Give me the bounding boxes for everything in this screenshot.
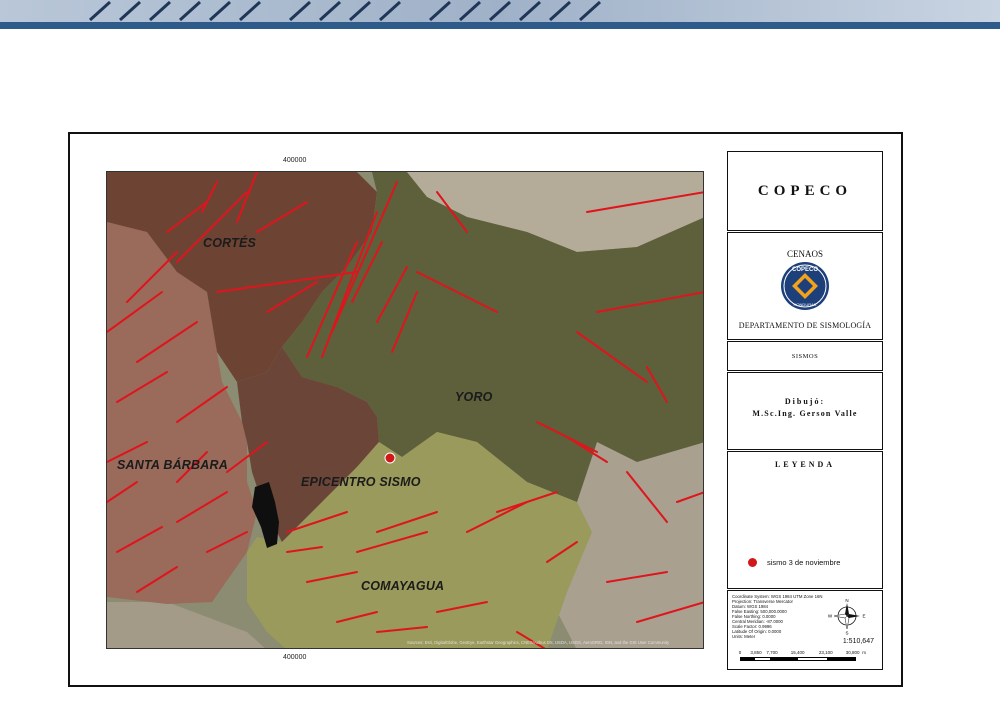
legend-item: sismo 3 de noviembre [748,558,840,567]
organization-title: COPECO [757,182,853,199]
scale-bar: 0 3,850 7,700 15,400 23,100 30,800 m [738,650,868,664]
label-yoro: YORO [455,390,493,404]
compass-e: E [862,614,865,619]
label-santa-barbara: SANTA BÁRBARA [117,458,228,472]
svg-text:HONDURAS: HONDURAS [794,302,817,307]
svg-text:COPECO: COPECO [792,267,818,273]
department-label: DEPARTAMENTO DE SISMOLOGÍA [738,321,872,330]
grid-label-bottom: 400000 [283,654,307,661]
panel-title: COPECO [727,151,883,231]
sismos-label: SISMOS [791,352,819,360]
epicenter-dot-icon [748,558,757,567]
scale-tick-label: 3,850 [750,650,762,655]
scale-tick-label: 0 [738,650,742,655]
panel-author: Dibujó: M.Sc.Ing. Gerson Valle [727,372,883,450]
label-comayagua: COMAYAGUA [361,579,445,593]
map-canvas[interactable]: CORTÉS YORO SANTA BÁRBARA EPICENTRO SISM… [106,171,704,649]
epicenter-marker[interactable] [384,452,396,464]
compass-w: W [828,614,833,619]
dibujo-label: Dibujó: [784,397,826,406]
scale-tick-label: 7,700 [766,650,778,655]
legend-title: LEYENDA [774,460,836,469]
grid-label-top: 400000 [283,157,307,164]
panel-sismos: SISMOS [727,341,883,371]
compass-n: N [845,598,848,603]
cenaos-label: CENAOS [786,249,823,259]
compass-s: S [845,631,848,636]
panel-map-info: Coordinate System: WGS 1984 UTM Zone 16N… [727,590,883,670]
metadata-line: Units: Meter [732,634,756,639]
coordinate-metadata: Coordinate System: WGS 1984 UTM Zone 16N… [732,594,832,639]
north-arrow-icon: N S W E [828,598,866,636]
map-attribution: Sources: Esri, DigitalGlobe, GeoEye, Ear… [407,640,670,645]
label-epicentro-sismo: EPICENTRO SISMO [301,475,421,489]
panel-legend: LEYENDA sismo 3 de noviembre [727,451,883,589]
banner-graphic [0,0,1000,29]
scale-tick-label: 15,400 [790,650,805,655]
author-name: M.Sc.Ing. Gerson Valle [752,409,858,418]
scale-tick-label: 23,100 [818,650,833,655]
copeco-logo-icon: COPECO HONDURAS [781,262,829,310]
scale-tick-label: 30,800 [845,650,860,655]
header-banner [0,0,1000,30]
legend-item-label: sismo 3 de noviembre [767,558,841,567]
scale-unit: m [862,650,867,655]
label-cortes: CORTÉS [203,236,257,250]
scale-ratio: 1:510,647 [842,638,874,645]
scale-bar-segments [740,657,856,661]
map-graphic [107,172,703,648]
panel-logo: CENAOS COPECO HONDURAS DEPARTAMENTO DE S… [727,232,883,340]
